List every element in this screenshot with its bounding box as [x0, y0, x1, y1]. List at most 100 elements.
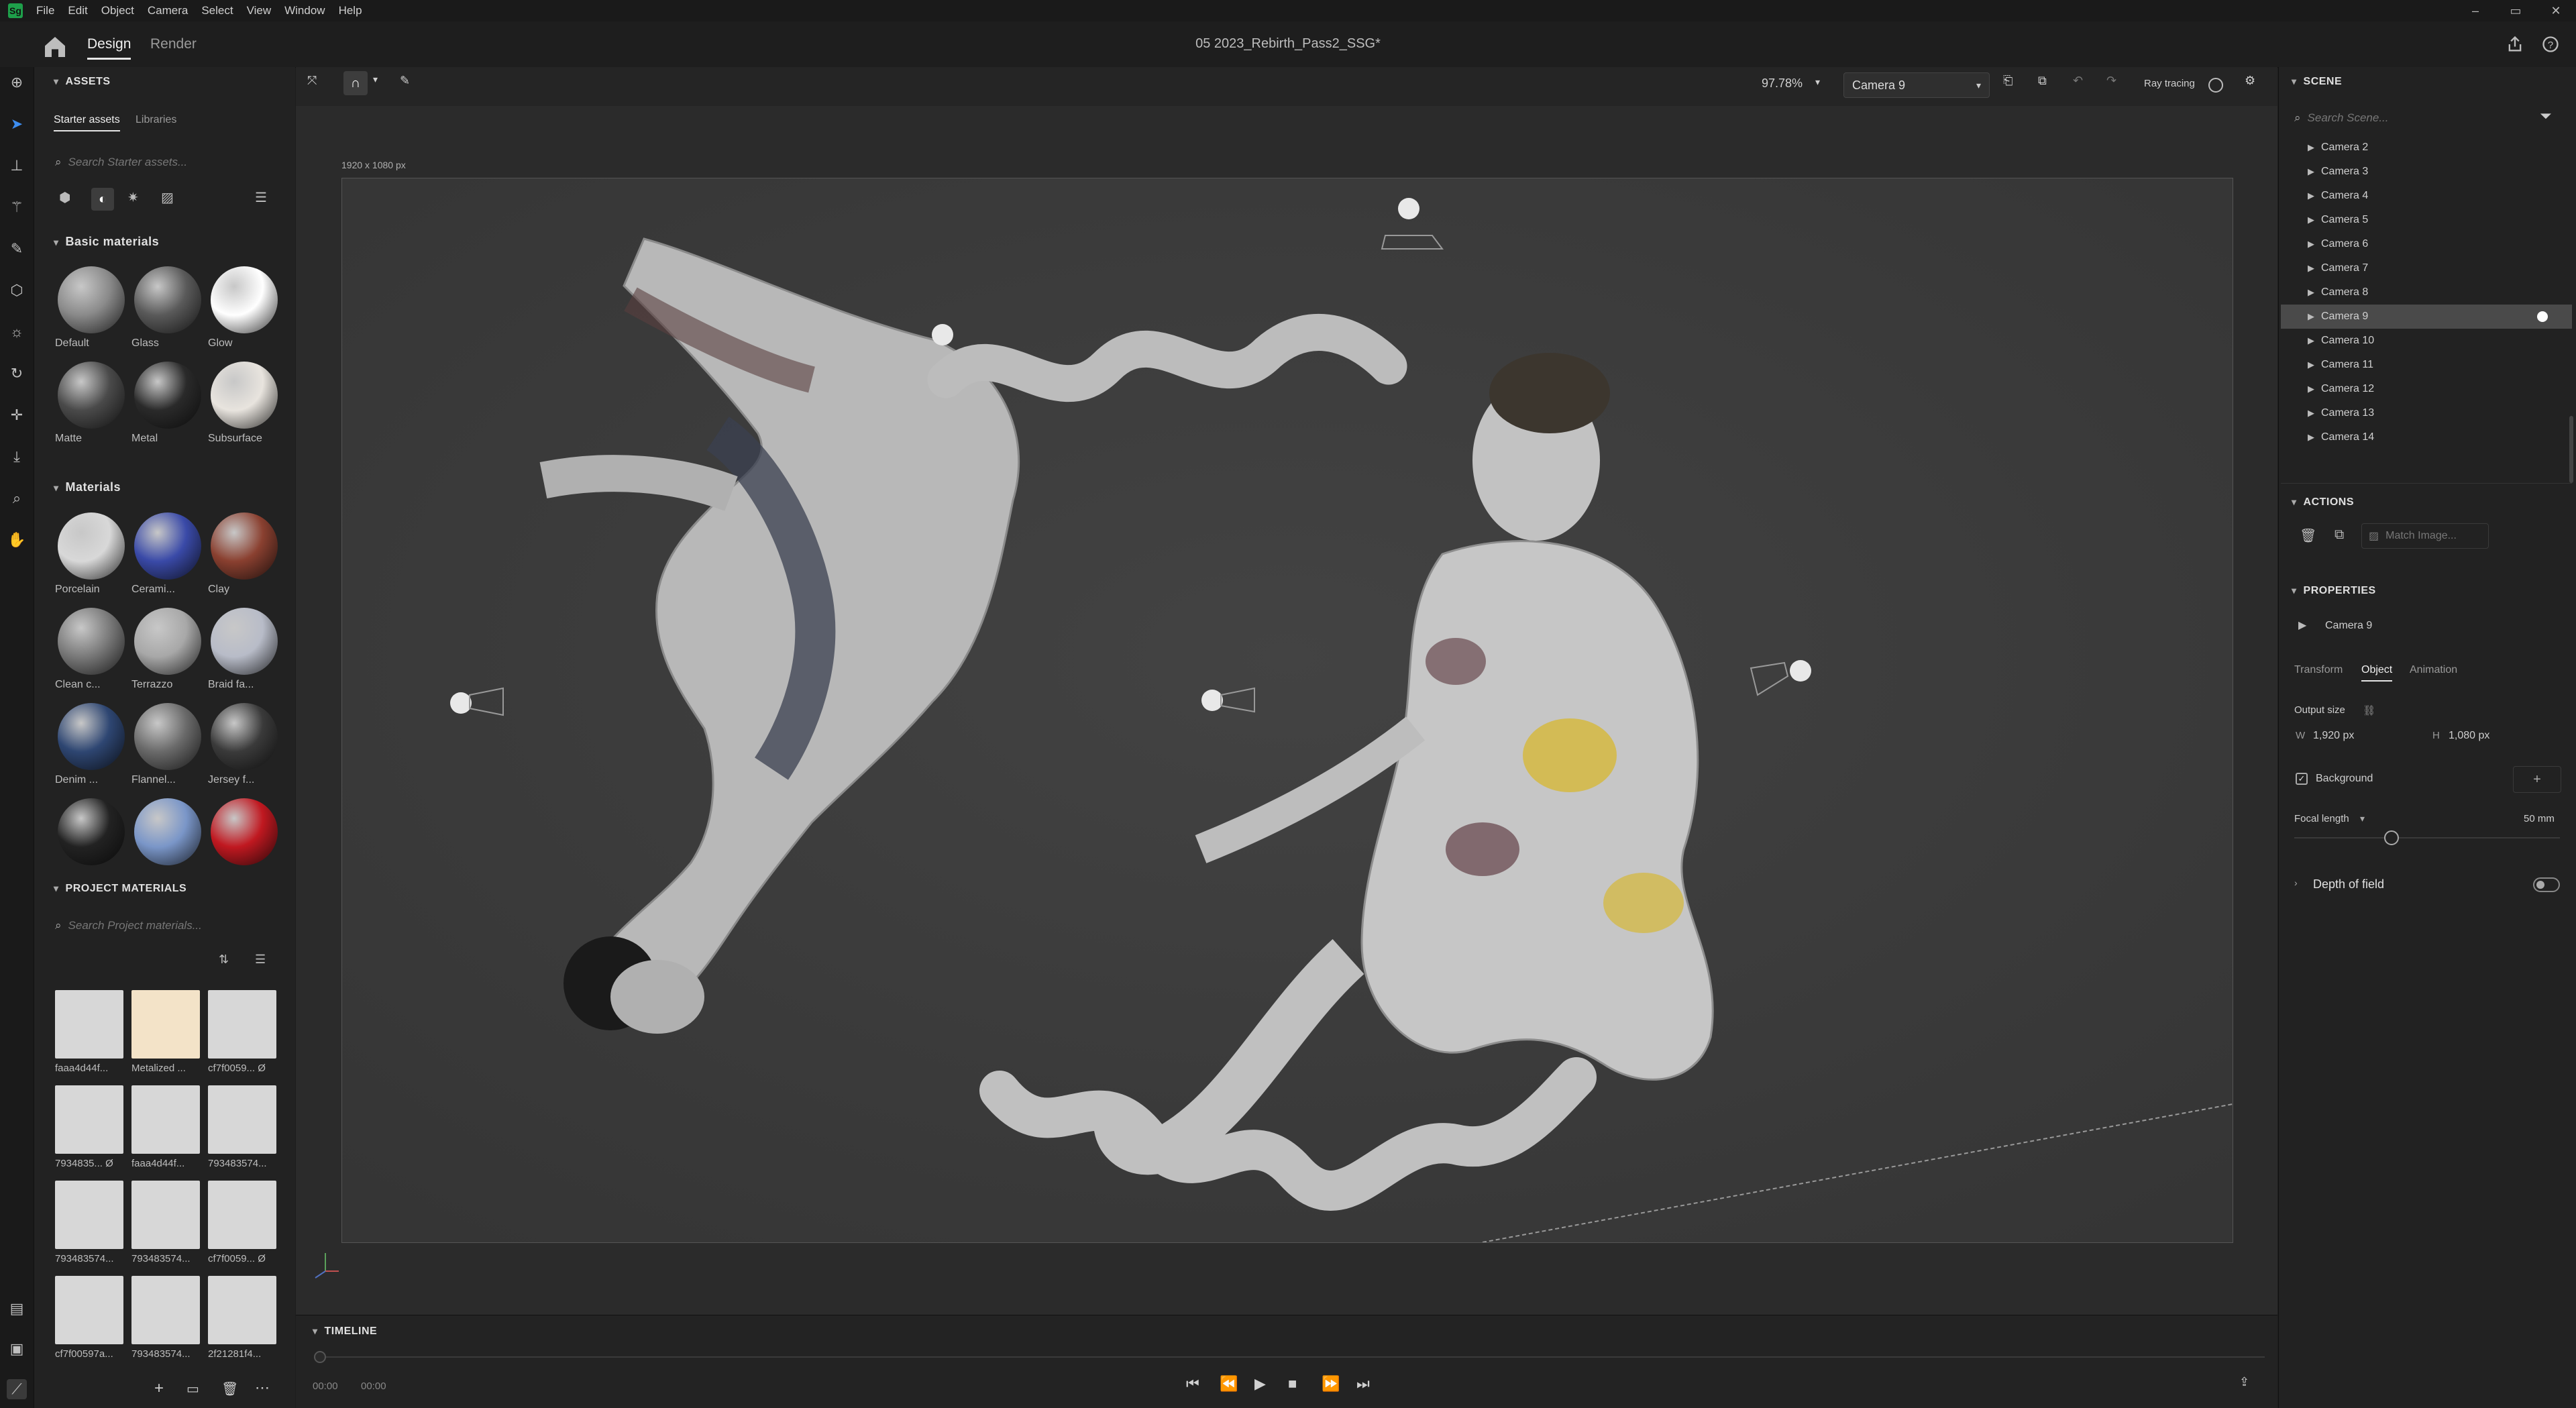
- material-tile[interactable]: Porcelain: [55, 512, 127, 596]
- material-tile[interactable]: Terrazzo: [131, 608, 204, 691]
- eyedropper-icon[interactable]: ✎: [7, 239, 27, 259]
- skip-to-start-icon[interactable]: ⏮: [1186, 1375, 1199, 1393]
- play-icon[interactable]: ▶: [1254, 1375, 1266, 1393]
- render-settings-icon[interactable]: ⚙: [2245, 74, 2255, 88]
- skip-to-end-icon[interactable]: ⏭: [1356, 1375, 1370, 1393]
- tab-libraries[interactable]: Libraries: [136, 114, 176, 126]
- match-image-button[interactable]: ▨ Match Image...: [2361, 523, 2489, 549]
- filter-icon[interactable]: ⏷: [2540, 107, 2552, 125]
- basic-material-tile[interactable]: Glow: [208, 266, 280, 349]
- project-material-tile[interactable]: 793483574...: [208, 1085, 280, 1169]
- scene-search[interactable]: ⌕ Search Scene...: [2292, 105, 2520, 131]
- add-background-button[interactable]: +: [2513, 766, 2561, 793]
- scene-heading[interactable]: ▾ SCENE: [2292, 76, 2342, 88]
- scene-scrollbar[interactable]: [2569, 416, 2573, 483]
- redo-camera-icon[interactable]: ↷: [2106, 74, 2116, 88]
- project-material-tile[interactable]: 793483574...: [131, 1276, 204, 1360]
- scene-item-camera[interactable]: ▶ Camera 5: [2281, 208, 2572, 232]
- material-filter-icon[interactable]: ◐: [91, 188, 114, 211]
- project-material-tile[interactable]: cf7f00597a...: [55, 1276, 127, 1360]
- material-tile[interactable]: Braid fa...: [208, 608, 280, 691]
- list-view-icon[interactable]: ☰: [255, 189, 267, 206]
- hand-icon[interactable]: ✋: [7, 530, 27, 550]
- menu-select[interactable]: Select: [195, 4, 239, 17]
- background-checkbox[interactable]: ✓: [2296, 773, 2308, 785]
- project-material-tile[interactable]: 793483574...: [131, 1181, 204, 1264]
- menu-window[interactable]: Window: [278, 4, 331, 17]
- basic-material-tile[interactable]: Glass: [131, 266, 204, 349]
- sort-icon[interactable]: ⇅: [219, 953, 229, 967]
- step-forward-icon[interactable]: ⏩: [1322, 1375, 1340, 1393]
- menu-edit[interactable]: Edit: [61, 4, 94, 17]
- height-input[interactable]: 1,080 px: [2449, 730, 2489, 742]
- timeline-track[interactable]: [319, 1356, 2265, 1358]
- cube-icon[interactable]: ⬡: [7, 280, 27, 301]
- tab-object[interactable]: Object: [2361, 664, 2393, 682]
- place-tool-icon[interactable]: ⊥: [7, 156, 27, 176]
- actions-heading[interactable]: ▾ ACTIONS: [2292, 496, 2354, 508]
- tab-animation[interactable]: Animation: [2410, 664, 2457, 676]
- add-icon[interactable]: ⊕: [7, 72, 27, 93]
- scene-item-camera[interactable]: ▶ Camera 2: [2281, 136, 2572, 160]
- project-material-tile[interactable]: cf7f0059... Ø: [208, 1181, 280, 1264]
- material-tile[interactable]: [55, 798, 127, 869]
- step-back-icon[interactable]: ⏪: [1220, 1375, 1238, 1393]
- snap-icon[interactable]: ∩: [343, 71, 368, 95]
- menu-help[interactable]: Help: [332, 4, 369, 17]
- scene-item-camera[interactable]: ▶ Camera 4: [2281, 184, 2572, 208]
- home-icon[interactable]: [42, 34, 68, 60]
- move-icon[interactable]: ✛: [7, 405, 27, 425]
- project-material-tile[interactable]: faaa4d44f...: [131, 1085, 204, 1169]
- tab-transform[interactable]: Transform: [2294, 664, 2343, 676]
- basic-material-tile[interactable]: Matte: [55, 362, 127, 445]
- material-tile[interactable]: Clean c...: [55, 608, 127, 691]
- stop-icon[interactable]: ■: [1288, 1375, 1297, 1393]
- maximize-button[interactable]: ▭: [2496, 0, 2536, 21]
- properties-heading[interactable]: ▾ PROPERTIES: [2292, 585, 2376, 597]
- link-icon[interactable]: ⛓: [2363, 704, 2375, 716]
- scene-search-input[interactable]: Search Scene...: [2308, 111, 2389, 125]
- assets-search[interactable]: ⌕ Search Starter assets...: [51, 149, 286, 176]
- menu-camera[interactable]: Camera: [141, 4, 195, 17]
- material-tile[interactable]: [208, 798, 280, 869]
- zoom-icon[interactable]: ⌕: [7, 488, 27, 508]
- menu-object[interactable]: Object: [95, 4, 141, 17]
- scene-item-camera[interactable]: ▶ Camera 11: [2281, 353, 2572, 377]
- materials-heading[interactable]: ▾ Materials: [54, 480, 121, 494]
- active-camera-indicator[interactable]: [2537, 311, 2548, 322]
- assets-heading[interactable]: ▾ ASSETS: [54, 76, 111, 88]
- focal-length-slider-track[interactable]: [2294, 837, 2560, 838]
- light-icon[interactable]: ☼: [7, 322, 27, 342]
- drop-to-ground-icon[interactable]: ⤓: [7, 447, 27, 467]
- material-tile[interactable]: Denim ...: [55, 703, 127, 786]
- camera-gizmo-upper-left[interactable]: [932, 324, 953, 345]
- scene-item-camera[interactable]: ▶ Camera 10: [2281, 329, 2572, 353]
- edit-icon[interactable]: ✎: [400, 74, 410, 88]
- trash-icon[interactable]: 🗑: [221, 1380, 238, 1397]
- scene-item-camera[interactable]: ▶ Camera 9: [2281, 305, 2572, 329]
- project-materials-heading[interactable]: ▾ PROJECT MATERIALS: [54, 883, 186, 895]
- project-search-input[interactable]: Search Project materials...: [68, 919, 202, 932]
- undo-camera-icon[interactable]: ↶: [2073, 74, 2083, 88]
- help-icon[interactable]: ?: [2541, 35, 2560, 54]
- orbit-icon[interactable]: ↻: [7, 364, 27, 384]
- select-tool-icon[interactable]: ➤: [7, 114, 27, 134]
- project-material-tile[interactable]: cf7f0059... Ø: [208, 990, 280, 1074]
- render-canvas[interactable]: [341, 178, 2233, 1243]
- image-filter-icon[interactable]: ▨: [161, 189, 174, 206]
- chevron-down-icon[interactable]: ▾: [2360, 813, 2365, 824]
- project-material-tile[interactable]: 793483574...: [55, 1181, 127, 1264]
- tab-render[interactable]: Render: [150, 36, 197, 52]
- material-tile[interactable]: Jersey f...: [208, 703, 280, 786]
- share-icon[interactable]: [2506, 35, 2524, 54]
- list-view-icon[interactable]: ☰: [255, 953, 266, 967]
- basic-material-tile[interactable]: Subsurface: [208, 362, 280, 445]
- chevron-down-icon[interactable]: ▾: [373, 74, 378, 85]
- chevron-down-icon[interactable]: ▾: [1815, 76, 1820, 88]
- light-filter-icon[interactable]: ✷: [127, 189, 139, 206]
- tab-starter-assets[interactable]: Starter assets: [54, 114, 120, 131]
- material-tile[interactable]: [131, 798, 204, 869]
- assets-search-input[interactable]: Search Starter assets...: [68, 156, 188, 169]
- material-tile[interactable]: Clay: [208, 512, 280, 596]
- archive-icon[interactable]: ▤: [7, 1299, 27, 1319]
